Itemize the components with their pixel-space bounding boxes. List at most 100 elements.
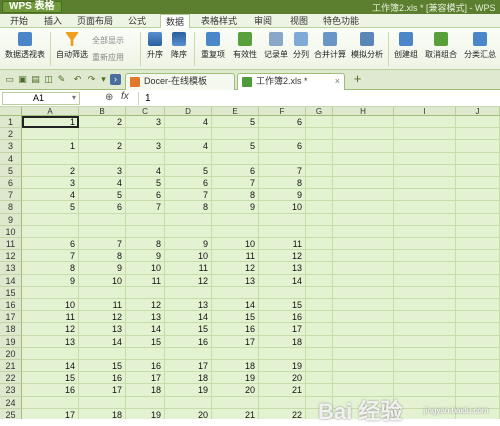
cell-C3[interactable]: 3 [126, 140, 165, 152]
more-dropdown-icon[interactable]: ▾ [98, 74, 109, 85]
cell-E21[interactable]: 18 [212, 360, 259, 372]
menu-insert[interactable]: 插入 [38, 14, 68, 28]
cell-D22[interactable]: 18 [165, 372, 212, 384]
menu-review[interactable]: 审阅 [248, 14, 278, 28]
menu-page-layout[interactable]: 页面布局 [74, 14, 116, 28]
cell-C21[interactable]: 16 [126, 360, 165, 372]
column-header-G[interactable]: G [306, 107, 333, 116]
row-header-11[interactable]: 11 [0, 238, 22, 251]
row-header-25[interactable]: 25 [0, 408, 22, 419]
cell-A21[interactable]: 14 [22, 360, 79, 372]
cell-B22[interactable]: 16 [79, 372, 126, 384]
column-header-C[interactable]: C [126, 107, 165, 116]
row-header-16[interactable]: 16 [0, 299, 22, 312]
row-header-12[interactable]: 12 [0, 250, 22, 263]
cell-B23[interactable]: 17 [79, 384, 126, 396]
menu-special[interactable]: 特色功能 [320, 14, 362, 28]
cell-C12[interactable]: 9 [126, 250, 165, 262]
row-header-23[interactable]: 23 [0, 384, 22, 397]
what-if-button[interactable]: 模拟分析 [349, 30, 385, 68]
cell-F25[interactable]: 22 [259, 409, 306, 419]
pivot-table-button[interactable]: 数据透视表 [3, 30, 47, 68]
redo-icon[interactable]: ↷ [86, 74, 97, 85]
cell-F18[interactable]: 17 [259, 323, 306, 335]
consolidate-button[interactable]: 合并计算 [312, 30, 348, 68]
cell-D12[interactable]: 10 [165, 250, 212, 262]
row-header-6[interactable]: 6 [0, 177, 22, 190]
cell-C25[interactable]: 19 [126, 409, 165, 419]
cell-E14[interactable]: 13 [212, 275, 259, 287]
row-header-19[interactable]: 19 [0, 335, 22, 348]
cell-B6[interactable]: 4 [79, 177, 126, 189]
cell-D5[interactable]: 5 [165, 165, 212, 177]
cell-F17[interactable]: 16 [259, 311, 306, 323]
save-icon[interactable]: ▣ [17, 74, 28, 85]
cell-A6[interactable]: 3 [22, 177, 79, 189]
cell-F12[interactable]: 12 [259, 250, 306, 262]
cell-F23[interactable]: 21 [259, 384, 306, 396]
cell-B16[interactable]: 11 [79, 299, 126, 311]
cell-A8[interactable]: 5 [22, 201, 79, 213]
cell-D8[interactable]: 8 [165, 201, 212, 213]
cell-B19[interactable]: 14 [79, 336, 126, 348]
print-icon[interactable]: ▤ [30, 74, 41, 85]
row-header-14[interactable]: 14 [0, 274, 22, 287]
column-header-I[interactable]: I [394, 107, 456, 116]
menu-view[interactable]: 视图 [284, 14, 314, 28]
cell-A14[interactable]: 9 [22, 275, 79, 287]
cell-C6[interactable]: 5 [126, 177, 165, 189]
cell-C8[interactable]: 7 [126, 201, 165, 213]
row-header-22[interactable]: 22 [0, 372, 22, 385]
cell-F21[interactable]: 19 [259, 360, 306, 372]
cell-C14[interactable]: 11 [126, 275, 165, 287]
cell-D13[interactable]: 11 [165, 262, 212, 274]
row-header-5[interactable]: 5 [0, 164, 22, 177]
create-group-button[interactable]: 创建组 [392, 30, 420, 68]
row-header-8[interactable]: 8 [0, 201, 22, 214]
cell-D19[interactable]: 16 [165, 336, 212, 348]
undo-icon[interactable]: ↶ [72, 74, 83, 85]
row-header-7[interactable]: 7 [0, 189, 22, 202]
cell-F14[interactable]: 14 [259, 275, 306, 287]
cell-C13[interactable]: 10 [126, 262, 165, 274]
cell-C5[interactable]: 4 [126, 165, 165, 177]
cell-C11[interactable]: 8 [126, 238, 165, 250]
cell-A7[interactable]: 4 [22, 189, 79, 201]
cell-D18[interactable]: 15 [165, 323, 212, 335]
subtotal-button[interactable]: 分类汇总 [462, 30, 498, 68]
cell-B21[interactable]: 15 [79, 360, 126, 372]
cell-A11[interactable]: 6 [22, 238, 79, 250]
row-header-20[interactable]: 20 [0, 347, 22, 360]
row-header-13[interactable]: 13 [0, 262, 22, 275]
formula-input[interactable]: 1 [138, 92, 498, 105]
sort-ascending-button[interactable]: 升序 [144, 30, 166, 68]
name-box[interactable]: A1 [2, 92, 80, 105]
cell-D16[interactable]: 13 [165, 299, 212, 311]
cell-D7[interactable]: 7 [165, 189, 212, 201]
cell-B12[interactable]: 8 [79, 250, 126, 262]
print-preview-icon[interactable]: ◫ [43, 74, 54, 85]
cell-E23[interactable]: 20 [212, 384, 259, 396]
column-header-A[interactable]: A [22, 107, 79, 116]
cell-E7[interactable]: 8 [212, 189, 259, 201]
tab-list-icon[interactable]: › [110, 74, 121, 85]
cell-F16[interactable]: 15 [259, 299, 306, 311]
cell-B17[interactable]: 12 [79, 311, 126, 323]
cell-F5[interactable]: 7 [259, 165, 306, 177]
cell-C22[interactable]: 17 [126, 372, 165, 384]
column-header-E[interactable]: E [212, 107, 259, 116]
app-menu-button[interactable]: WPS 表格 [2, 1, 62, 13]
cell-D11[interactable]: 9 [165, 238, 212, 250]
cell-B11[interactable]: 7 [79, 238, 126, 250]
sort-descending-button[interactable]: 降序 [168, 30, 190, 68]
text-to-columns-button[interactable]: 分列 [291, 30, 311, 68]
autofilter-button[interactable]: 自动筛选 [55, 30, 89, 68]
cell-E5[interactable]: 6 [212, 165, 259, 177]
cell-F1[interactable]: 6 [259, 116, 306, 128]
cell-A22[interactable]: 15 [22, 372, 79, 384]
cell-B5[interactable]: 3 [79, 165, 126, 177]
show-all-button[interactable]: 全部显示 [92, 35, 124, 46]
cell-A12[interactable]: 7 [22, 250, 79, 262]
validation-button[interactable]: 有效性 [230, 30, 260, 68]
row-header-10[interactable]: 10 [0, 225, 22, 238]
